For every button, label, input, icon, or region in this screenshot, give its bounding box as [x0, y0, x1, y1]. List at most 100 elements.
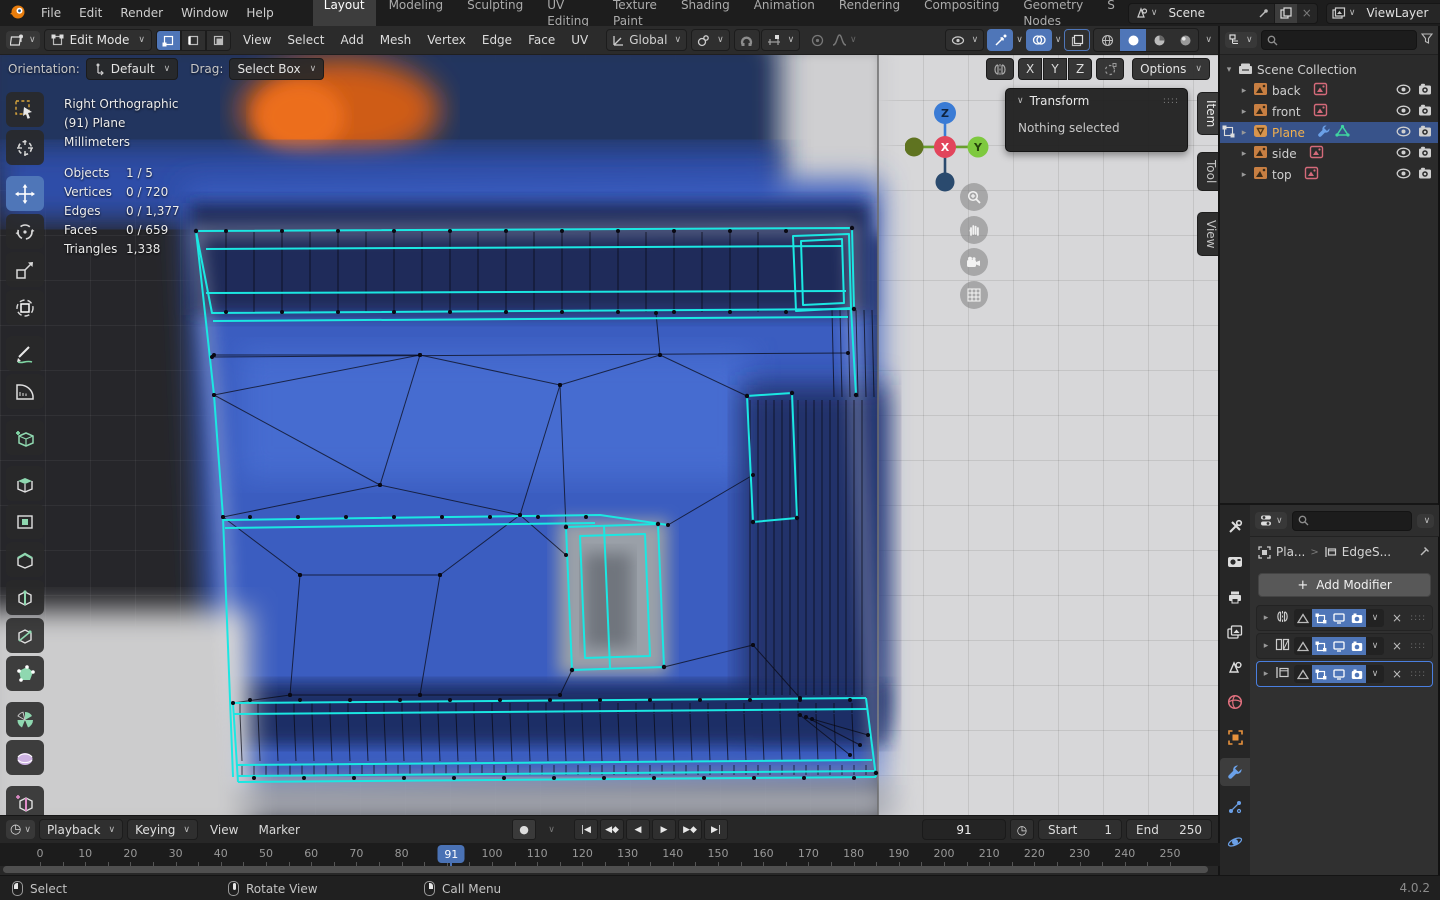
viewport-menu-face[interactable]: Face — [520, 33, 563, 47]
scene-name[interactable]: Scene — [1162, 6, 1252, 20]
viewport-menu-add[interactable]: Add — [332, 33, 371, 47]
nav-camera-view-icon[interactable] — [960, 248, 988, 276]
add-modifier-button[interactable]: +Add Modifier — [1258, 573, 1431, 597]
outliner-editor-icon[interactable]: ∨ — [1225, 32, 1257, 48]
modifier-extras-dropdown[interactable]: ∨ — [1366, 637, 1384, 655]
properties-tab-tool[interactable] — [1220, 513, 1250, 541]
timeline-playhead[interactable]: 91 — [438, 845, 465, 863]
tool-annotate[interactable] — [6, 336, 44, 371]
modifier-row-mirror[interactable]: ▸ ∨ × :::: — [1256, 605, 1433, 631]
timeline-view-menu[interactable]: View — [202, 823, 246, 837]
toggle-xray-icon[interactable] — [1064, 29, 1090, 51]
viewport-menu-select[interactable]: Select — [279, 33, 332, 47]
pin-icon[interactable] — [1253, 4, 1274, 23]
tool-cursor[interactable] — [6, 130, 44, 165]
scene-icon[interactable]: ∨ — [1129, 4, 1163, 23]
object-name[interactable]: top — [1272, 168, 1292, 182]
unlink-scene-icon[interactable]: × — [1297, 4, 1317, 23]
show-gizmo-toggle[interactable] — [987, 29, 1013, 51]
object-name[interactable]: Plane — [1272, 126, 1305, 140]
toggle-render-icon[interactable] — [1348, 609, 1366, 627]
viewport-menu-vertex[interactable]: Vertex — [419, 33, 474, 47]
scene-selector[interactable]: ∨ Scene × — [1128, 3, 1318, 24]
expand-icon[interactable]: ▸ — [1261, 613, 1271, 623]
symmetry-axis-x[interactable]: X — [1018, 58, 1042, 80]
transport-play-reverse-button[interactable]: ◀ — [626, 819, 650, 840]
hide-eye-icon[interactable] — [1396, 168, 1411, 182]
menu-render[interactable]: Render — [111, 0, 172, 26]
tool-knife[interactable] — [6, 618, 44, 653]
symmetry-axis-z[interactable]: Z — [1068, 58, 1092, 80]
shading-solid-icon[interactable] — [1120, 29, 1146, 51]
menu-help[interactable]: Help — [237, 0, 282, 26]
modifier-drag-dots[interactable]: :::: — [1410, 613, 1428, 623]
proportional-falloff-icon[interactable]: ∨ — [831, 29, 857, 51]
toggle-render-icon[interactable] — [1348, 637, 1366, 655]
nav-toggle-perspective-icon[interactable] — [960, 281, 988, 309]
shading-material-icon[interactable] — [1146, 29, 1172, 51]
disable-render-icon[interactable] — [1418, 104, 1432, 119]
hide-eye-icon[interactable] — [1396, 84, 1411, 98]
breadcrumb-object[interactable]: Pla... — [1276, 545, 1305, 559]
drag-settings-dropdown[interactable]: Select Box∨ — [229, 58, 324, 80]
disable-render-icon[interactable] — [1418, 167, 1432, 182]
viewlayer-name[interactable]: ViewLayer — [1360, 6, 1440, 20]
modifier-extras-dropdown[interactable]: ∨ — [1366, 609, 1384, 627]
shading-rendered-icon[interactable] — [1172, 29, 1198, 51]
timeline-scrollbar[interactable] — [3, 866, 1208, 873]
toggle-on-cage-icon[interactable] — [1294, 609, 1312, 627]
toggle-on-cage-icon[interactable] — [1294, 637, 1312, 655]
timeline-editor-icon[interactable]: ◷∨ — [6, 820, 35, 839]
hide-eye-icon[interactable] — [1396, 147, 1411, 161]
expand-icon[interactable]: ▸ — [1261, 641, 1271, 651]
current-frame-field[interactable]: 91 — [922, 819, 1006, 840]
keying-set-dropdown[interactable]: ∨ — [538, 819, 562, 840]
auto-keying-icon[interactable]: ● — [512, 819, 536, 840]
toggle-edit-mode-icon[interactable] — [1312, 609, 1330, 627]
use-preview-range-icon[interactable]: ◷ — [1010, 819, 1034, 840]
hide-eye-icon[interactable] — [1396, 126, 1411, 140]
transport-jump-to-start-button[interactable]: |◀ — [574, 819, 598, 840]
transport-prev-keyframe-button[interactable]: ◀◆ — [600, 819, 624, 840]
timeline-marker-menu[interactable]: Marker — [250, 823, 307, 837]
expand-icon[interactable]: ▸ — [1239, 149, 1249, 159]
tool-extrude-region[interactable] — [6, 466, 44, 501]
outliner-search-input[interactable] — [1261, 30, 1417, 50]
breadcrumb-modifier[interactable]: EdgeS... — [1342, 545, 1391, 559]
outliner-filter-icon[interactable] — [1421, 33, 1433, 47]
viewlayer-icon[interactable]: ∨ — [1327, 4, 1361, 23]
mirror-symmetry-icon[interactable] — [986, 58, 1014, 80]
toggle-render-icon[interactable] — [1348, 665, 1366, 683]
outliner-row-front[interactable]: ▸front — [1220, 101, 1438, 122]
properties-tab-particles[interactable] — [1220, 793, 1250, 821]
outliner-row-scene-collection[interactable]: ▾ Scene Collection — [1220, 59, 1438, 80]
expand-icon[interactable]: ▸ — [1239, 86, 1249, 96]
frame-end-field[interactable]: End250 — [1126, 819, 1212, 840]
menu-file[interactable]: File — [32, 0, 70, 26]
panel-drag-dots[interactable]: :::: — [1163, 96, 1179, 106]
properties-tab-physics[interactable] — [1220, 828, 1250, 856]
transform-orientation-dropdown[interactable]: Global ∨ — [606, 29, 687, 51]
object-name[interactable]: front — [1272, 105, 1301, 119]
playback-menu[interactable]: Playback∨ — [39, 819, 123, 840]
properties-search-input[interactable] — [1292, 511, 1412, 531]
transport-play-button[interactable]: ▶ — [652, 819, 676, 840]
tool-spin[interactable] — [6, 702, 44, 737]
snap-dashed-circle-icon[interactable] — [1096, 58, 1124, 80]
timeline-ruler[interactable]: 0102030405060708010011012013014015016017… — [0, 843, 1220, 866]
tool-smooth[interactable] — [6, 740, 44, 775]
vertex-select-mode-icon[interactable] — [156, 30, 181, 51]
delete-modifier-icon[interactable]: × — [1388, 639, 1406, 653]
edge-select-mode-icon[interactable] — [181, 30, 206, 51]
properties-tab-modifier[interactable] — [1220, 758, 1250, 786]
toggle-realtime-icon[interactable] — [1330, 637, 1348, 655]
object-visibility-dropdown[interactable]: ∨ — [945, 29, 985, 51]
viewport-menu-mesh[interactable]: Mesh — [372, 33, 420, 47]
modifier-row-edge-split[interactable]: ▸ ∨ × :::: — [1256, 661, 1433, 687]
options-dropdown[interactable]: Options∨ — [1132, 58, 1210, 80]
tool-inset-faces[interactable] — [6, 504, 44, 539]
delete-modifier-icon[interactable]: × — [1388, 611, 1406, 625]
editor-type-icon[interactable]: ∨ — [6, 31, 40, 49]
properties-editor-icon[interactable]: ∨ — [1255, 512, 1287, 529]
delete-modifier-icon[interactable]: × — [1388, 667, 1406, 681]
